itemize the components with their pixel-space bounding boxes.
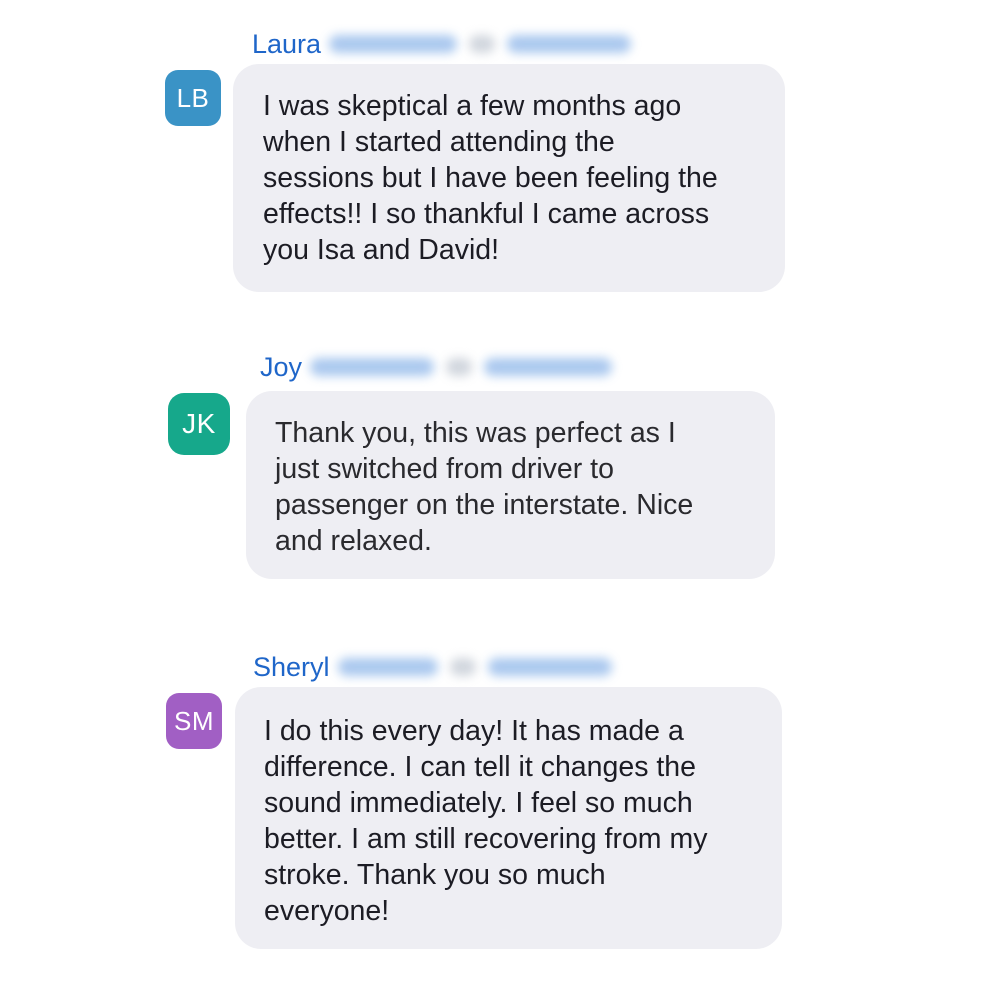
- message-bubble: I do this every day! It has made a diffe…: [235, 687, 782, 949]
- sender-name: Joy: [260, 351, 303, 382]
- avatar: JK: [168, 393, 230, 455]
- message-text: I do this every day! It has made a diffe…: [264, 715, 708, 927]
- redacted-sender-details: [310, 358, 613, 376]
- avatar-initials: JK: [182, 408, 216, 439]
- sender-line: Sheryl: [253, 647, 612, 687]
- redacted-sender-details: [337, 658, 612, 676]
- sender-name: Laura: [252, 28, 322, 59]
- sender-line: Joy: [260, 347, 613, 387]
- avatar-initials: LB: [176, 82, 210, 113]
- message-bubble: Thank you, this was perfect as I just sw…: [246, 391, 775, 579]
- avatar-initials: SM: [174, 705, 214, 736]
- sender-line: Laura: [252, 24, 632, 64]
- message-text: I was skeptical a few months ago when I …: [263, 90, 718, 266]
- avatar: SM: [166, 693, 222, 749]
- avatar: LB: [165, 70, 221, 126]
- sender-name: Sheryl: [253, 651, 330, 682]
- message-text: Thank you, this was perfect as I just sw…: [275, 417, 694, 557]
- redacted-sender-details: [329, 35, 632, 53]
- message-bubble: I was skeptical a few months ago when I …: [233, 64, 785, 292]
